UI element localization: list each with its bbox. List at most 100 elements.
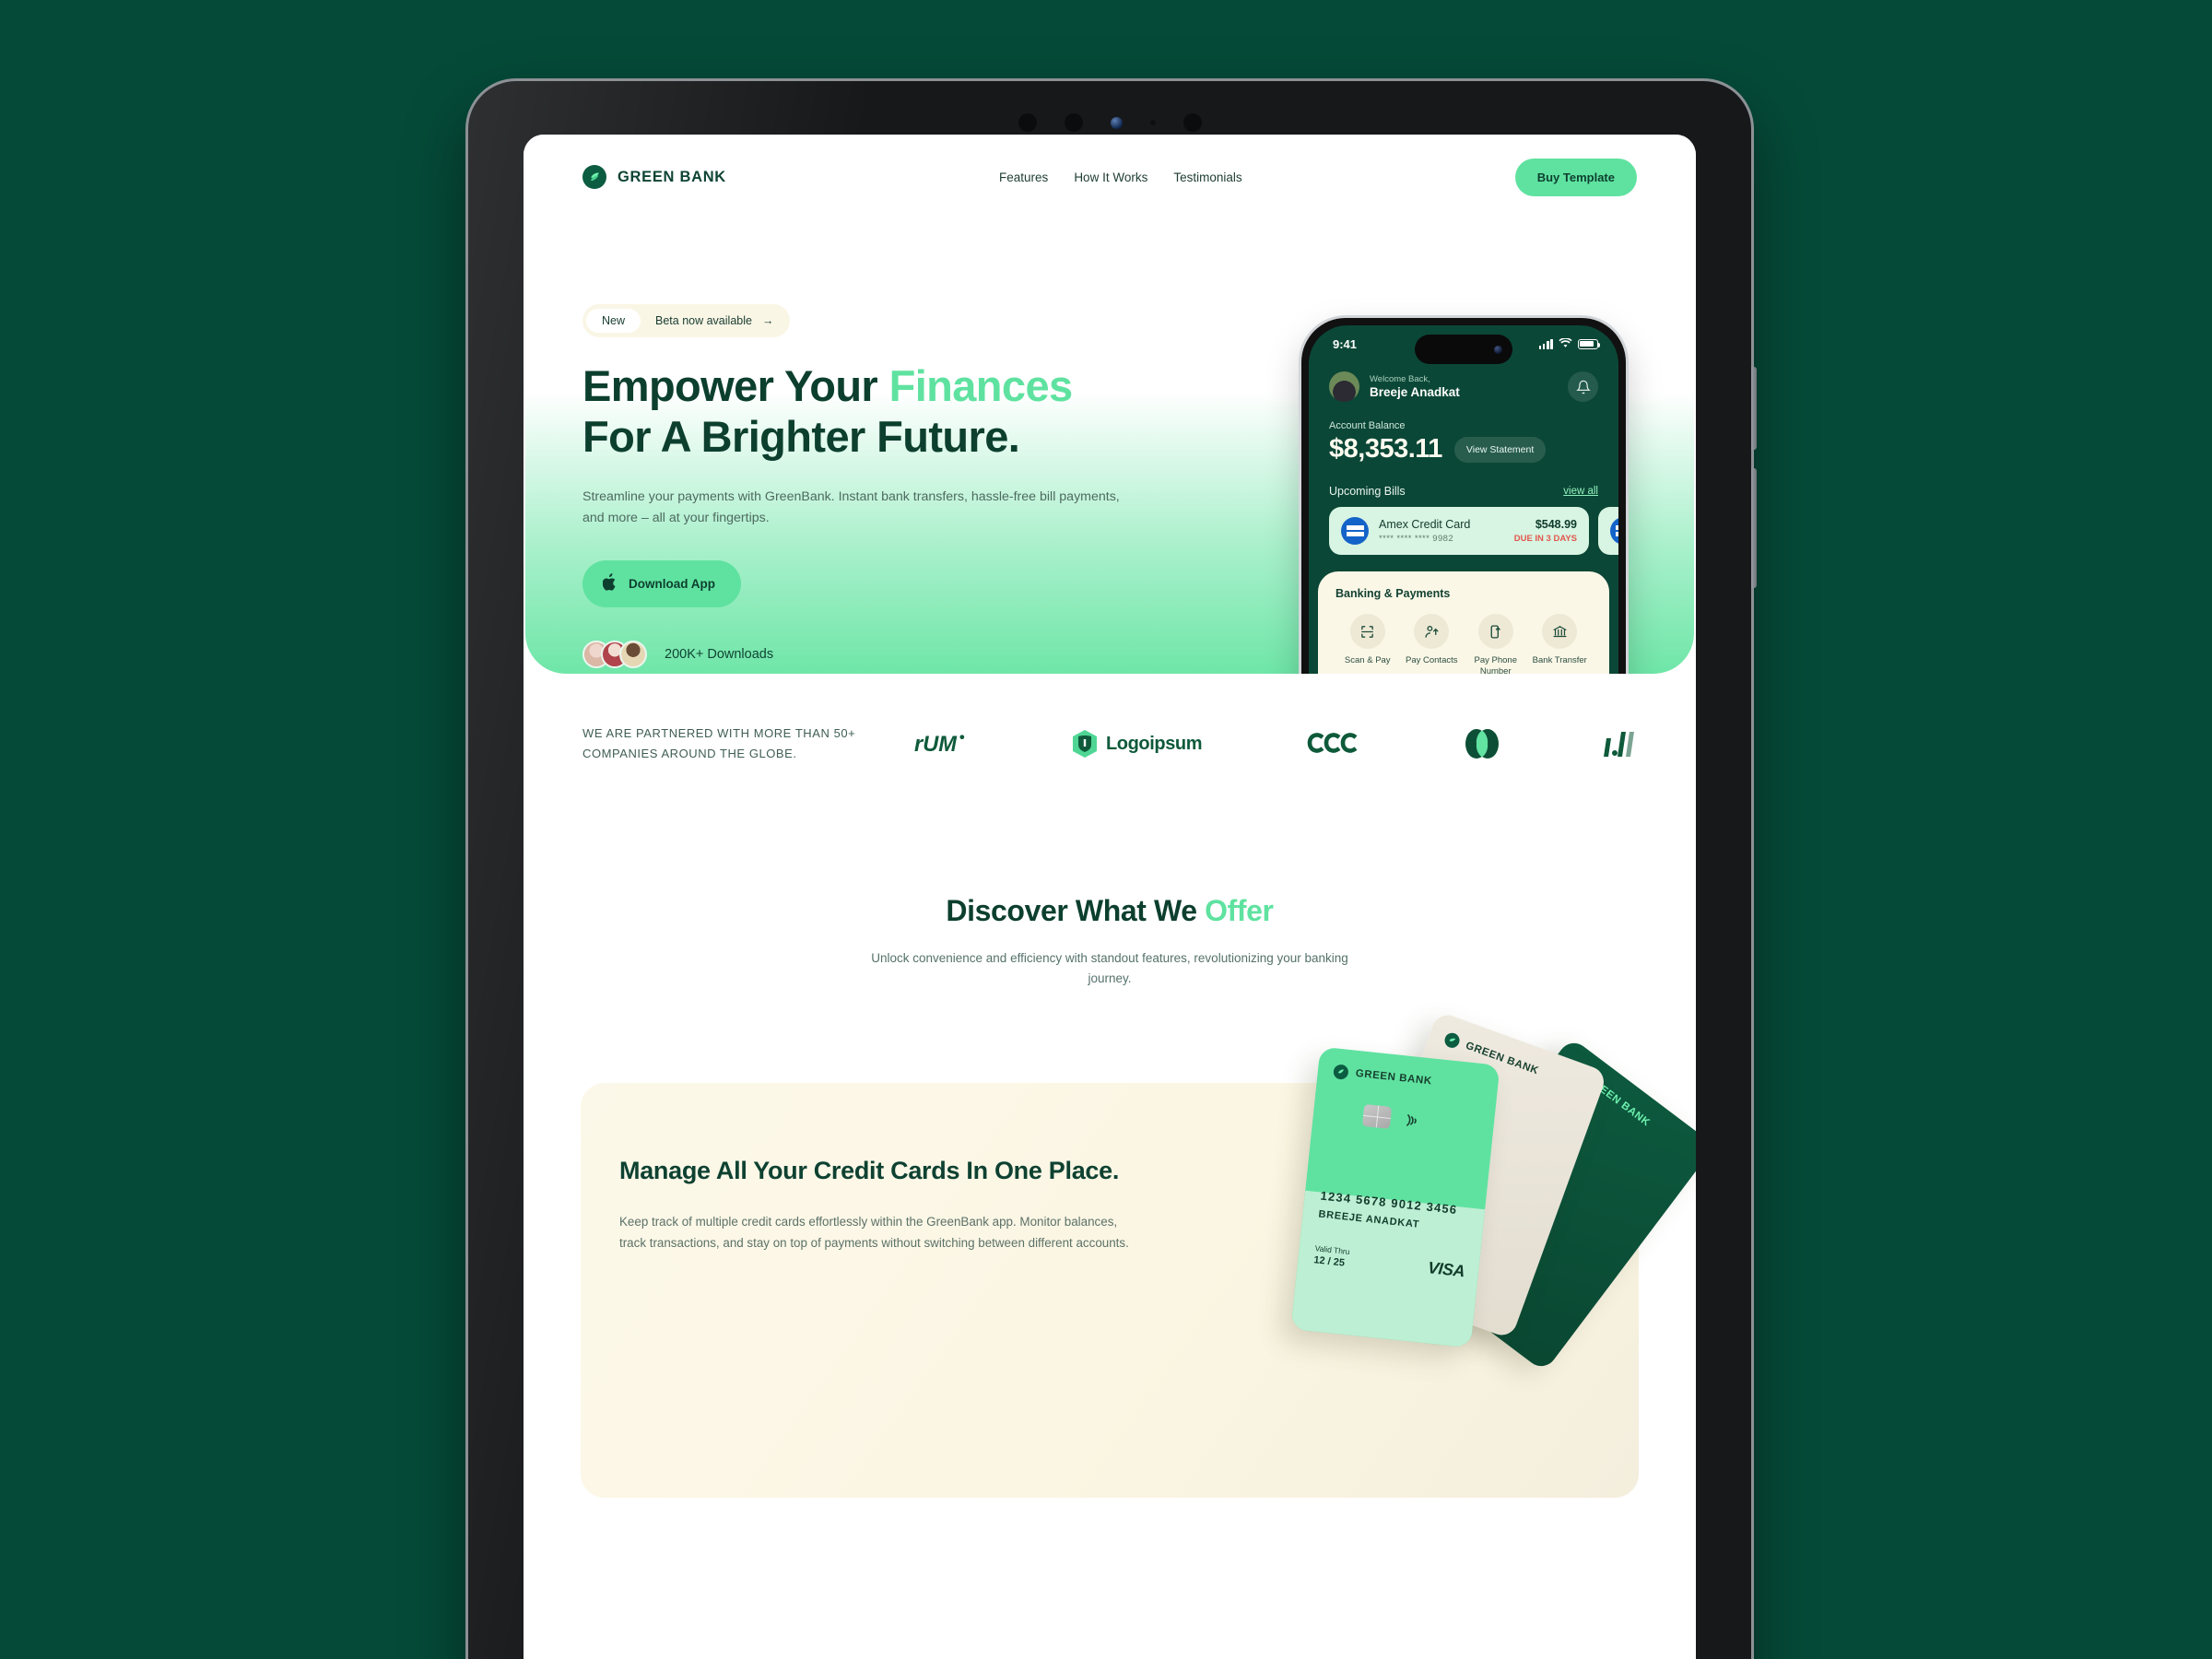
partner-logo-infinity bbox=[1303, 730, 1360, 758]
bill-amount: $548.99 bbox=[1535, 518, 1577, 531]
camera-dot bbox=[1064, 113, 1083, 132]
feature-title: Manage All Your Credit Cards In One Plac… bbox=[619, 1157, 1120, 1185]
discover-title-part: Discover What We bbox=[946, 893, 1206, 927]
nav-link-how-it-works[interactable]: How It Works bbox=[1074, 171, 1147, 184]
tablet-device: GREEN BANK Features How It Works Testimo… bbox=[468, 81, 1757, 1659]
tile-label: Bank Transfer bbox=[1532, 655, 1587, 665]
card-validity: Valid Thru 12 / 25 bbox=[1313, 1243, 1350, 1269]
hero-subtext: Streamline your payments with GreenBank.… bbox=[582, 488, 1120, 525]
camera-dot bbox=[1182, 113, 1202, 132]
nav-link-features[interactable]: Features bbox=[999, 171, 1048, 184]
user-name: Breeje Anadkat bbox=[1370, 385, 1460, 399]
balance-label: Account Balance bbox=[1329, 420, 1406, 431]
camera-lens-icon bbox=[1110, 116, 1123, 129]
partner-logo-logoipsum: Logoipsum bbox=[1071, 729, 1203, 759]
status-time: 9:41 bbox=[1333, 336, 1358, 351]
tile-scan-pay[interactable]: Scan & Pay bbox=[1335, 614, 1400, 674]
section-subtitle: Unlock convenience and efficiency with s… bbox=[871, 950, 1348, 985]
upcoming-bills-header: Upcoming Bills view all bbox=[1309, 465, 1618, 498]
bill-info: Amex Credit Card **** **** **** 9982 bbox=[1379, 518, 1504, 544]
front-camera-icon bbox=[1494, 345, 1502, 354]
phone-mockup: 9:41 Welcome Back, Breeje Anadkat Accoun… bbox=[1301, 318, 1626, 674]
welcome-greeting: Welcome Back, bbox=[1370, 374, 1430, 384]
credit-cards-feature: Manage All Your Credit Cards In One Plac… bbox=[581, 1011, 1696, 1499]
green-bank-logo-icon bbox=[1333, 1064, 1349, 1081]
brand-name: GREEN BANK bbox=[618, 168, 726, 185]
bill-name: Amex Credit Card bbox=[1379, 518, 1471, 531]
main-navigation: Features How It Works Testimonials bbox=[999, 171, 1242, 184]
svg-text:rUM: rUM bbox=[914, 734, 958, 758]
bank-icon bbox=[1542, 614, 1578, 649]
buy-template-button[interactable]: Buy Template bbox=[1514, 158, 1637, 196]
nav-link-testimonials[interactable]: Testimonials bbox=[1173, 171, 1241, 184]
volume-down-button[interactable] bbox=[1751, 468, 1757, 588]
user-avatar bbox=[1329, 371, 1359, 402]
tile-label: Pay Phone Number bbox=[1474, 655, 1517, 674]
balance-row: $8,353.11 View Statement bbox=[1329, 434, 1598, 465]
headline-part-1: Empower Your bbox=[582, 361, 889, 410]
credit-card-stack: GREEN BANK GREEN BANK GREEN BANK 1234 56… bbox=[1196, 1011, 1696, 1455]
bill-card-number: **** **** **** 9982 bbox=[1379, 534, 1454, 544]
avatar bbox=[619, 640, 647, 668]
downloads-stat: 200K+ Downloads bbox=[582, 640, 1191, 668]
headline-accent: Finances bbox=[888, 361, 1074, 410]
tile-label: Pay Contacts bbox=[1406, 655, 1458, 665]
partner-logos: rUM Logoipsum bbox=[896, 728, 1637, 759]
browser-screen: GREEN BANK Features How It Works Testimo… bbox=[524, 135, 1696, 1659]
status-indicators bbox=[1538, 336, 1601, 351]
phone-up-icon bbox=[1477, 614, 1513, 649]
visa-logo: VISA bbox=[1427, 1258, 1466, 1281]
phone-status-bar: 9:41 bbox=[1309, 325, 1618, 364]
credit-card-primary: GREEN BANK 1234 5678 9012 3456 BREEJE AN… bbox=[1290, 1046, 1500, 1348]
balance-amount: $8,353.11 bbox=[1329, 434, 1442, 464]
discover-title-accent: Offer bbox=[1205, 893, 1274, 927]
upcoming-bills-title: Upcoming Bills bbox=[1329, 485, 1406, 498]
banking-payments-sheet: Banking & Payments Scan & Pay Pay Contac… bbox=[1318, 571, 1609, 674]
partner-logo-bars bbox=[1603, 729, 1637, 759]
arrow-right-icon: → bbox=[761, 314, 774, 327]
hero-section: New Beta now available → Empower Your Fi… bbox=[525, 219, 1694, 674]
hero-copy: New Beta now available → Empower Your Fi… bbox=[582, 304, 1191, 668]
scan-icon bbox=[1349, 614, 1385, 649]
download-app-button[interactable]: Download App bbox=[582, 559, 741, 607]
list-item[interactable]: Amex Credit Card **** **** **** 9982 $54… bbox=[1329, 507, 1589, 555]
bill-due-badge: DUE IN 3 DAYS bbox=[1513, 534, 1577, 544]
tile-pay-phone-number[interactable]: Pay Phone Number bbox=[1464, 614, 1528, 674]
view-statement-button[interactable]: View Statement bbox=[1453, 436, 1547, 463]
beta-badge[interactable]: New Beta now available → bbox=[582, 304, 791, 337]
tile-bank-transfer[interactable]: Bank Transfer bbox=[1528, 614, 1593, 674]
feature-body: Keep track of multiple credit cards effo… bbox=[619, 1215, 1129, 1251]
brand-logo[interactable]: GREEN BANK bbox=[582, 165, 726, 189]
phone-screen: 9:41 Welcome Back, Breeje Anadkat Accoun… bbox=[1309, 325, 1618, 674]
banking-tiles: Scan & Pay Pay Contacts Pay Phone Number… bbox=[1335, 614, 1592, 674]
cellular-signal-icon bbox=[1538, 338, 1553, 349]
notification-bell-icon[interactable] bbox=[1568, 371, 1598, 402]
apple-icon bbox=[602, 573, 618, 594]
view-all-link[interactable]: view all bbox=[1563, 486, 1598, 497]
downloads-count-label: 200K+ Downloads bbox=[665, 646, 774, 662]
partners-section: We are partnered with more than 50+ comp… bbox=[524, 674, 1696, 765]
badge-label: Beta now available bbox=[655, 314, 752, 327]
amex-logo-icon bbox=[1341, 517, 1369, 545]
discover-section: Discover What We Offer Unlock convenienc… bbox=[524, 765, 1696, 990]
bill-amount-block: $548.99 DUE IN 3 DAYS bbox=[1514, 518, 1577, 544]
wifi-icon bbox=[1559, 336, 1572, 351]
tile-pay-contacts[interactable]: Pay Contacts bbox=[1400, 614, 1465, 674]
partner-logo-label: Logoipsum bbox=[1105, 733, 1203, 754]
badge-text: Beta now available → bbox=[641, 314, 786, 327]
bills-list: Amex Credit Card **** **** **** 9982 $54… bbox=[1309, 498, 1618, 555]
page-title: Empower Your Finances For A Brighter Fut… bbox=[582, 361, 1191, 463]
welcome-block: Welcome Back, Breeje Anadkat bbox=[1370, 374, 1460, 399]
partner-logo-rum: rUM bbox=[914, 728, 970, 759]
headline-part-2: For A Brighter Future. bbox=[582, 411, 1020, 461]
battery-icon bbox=[1578, 338, 1601, 349]
list-item[interactable] bbox=[1598, 507, 1618, 555]
account-balance-block: Account Balance $8,353.11 View Statement bbox=[1309, 402, 1618, 465]
sensor-pinhole-icon bbox=[1149, 120, 1156, 125]
partners-text: We are partnered with more than 50+ comp… bbox=[582, 726, 856, 761]
volume-up-button[interactable] bbox=[1751, 367, 1757, 450]
download-app-label: Download App bbox=[629, 576, 715, 591]
partner-logo-circles bbox=[1462, 728, 1502, 759]
section-title: Discover What We Offer bbox=[524, 894, 1696, 928]
green-bank-logo-icon bbox=[582, 165, 606, 189]
